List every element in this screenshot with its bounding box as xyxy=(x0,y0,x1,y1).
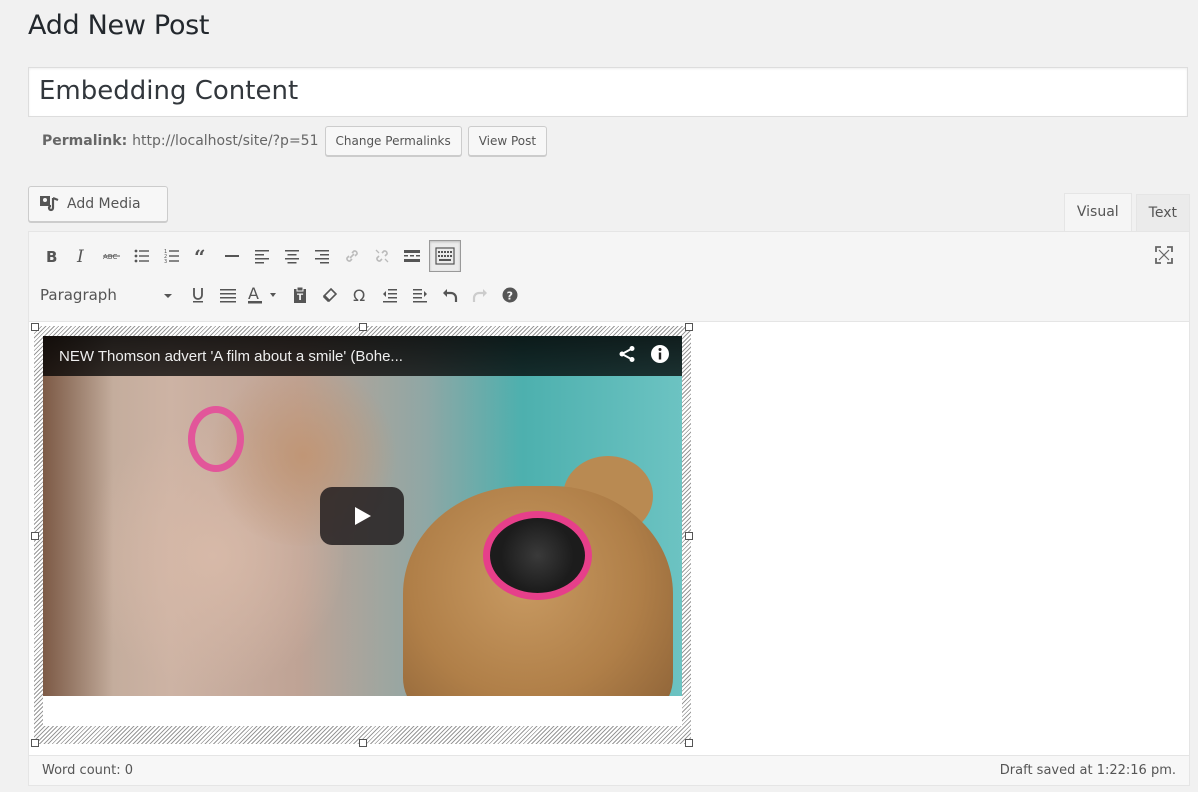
resize-handle[interactable] xyxy=(685,739,693,747)
blockquote-icon[interactable]: “ xyxy=(187,241,217,271)
chevron-down-icon xyxy=(163,286,173,304)
toolbar-toggle-icon[interactable] xyxy=(429,240,461,272)
format-select[interactable]: Paragraph xyxy=(37,280,179,310)
paste-text-icon[interactable]: T xyxy=(285,280,315,310)
bullet-list-icon[interactable] xyxy=(127,241,157,271)
resize-handle[interactable] xyxy=(359,323,367,331)
align-right-icon[interactable] xyxy=(307,241,337,271)
video-title-icons xyxy=(618,344,670,368)
resize-handle[interactable] xyxy=(31,739,39,747)
resize-handle[interactable] xyxy=(31,532,39,540)
toolbar-row-2: Paragraph A T Ω ? xyxy=(37,280,525,310)
video-frame-sunglasses xyxy=(483,511,592,600)
add-media-icon xyxy=(39,195,61,213)
video-frame-glasses xyxy=(188,406,244,472)
justify-icon[interactable] xyxy=(213,280,243,310)
underline-icon[interactable] xyxy=(183,280,213,310)
fullscreen-icon[interactable] xyxy=(1149,240,1179,270)
add-media-button[interactable]: Add Media xyxy=(28,186,168,222)
resize-handle[interactable] xyxy=(31,323,39,331)
bold-icon[interactable]: B xyxy=(37,241,67,271)
svg-text:ABC: ABC xyxy=(103,253,117,261)
share-icon[interactable] xyxy=(618,345,636,367)
text-color-icon[interactable]: A xyxy=(243,280,285,310)
video-frame-shade xyxy=(43,336,113,696)
svg-text:?: ? xyxy=(507,290,513,303)
video-embed[interactable]: NEW Thomson advert 'A film about a smile… xyxy=(31,323,693,747)
svg-text:T: T xyxy=(297,293,304,303)
align-center-icon[interactable] xyxy=(277,241,307,271)
add-media-label: Add Media xyxy=(67,196,141,212)
permalink-url[interactable]: http://localhost/site/?p=51 xyxy=(132,133,318,149)
undo-icon[interactable] xyxy=(435,280,465,310)
video-title-bar: NEW Thomson advert 'A film about a smile… xyxy=(43,336,682,376)
page-title: Add New Post xyxy=(28,10,210,41)
view-post-button[interactable]: View Post xyxy=(467,126,548,156)
svg-text:3: 3 xyxy=(164,259,167,264)
editor-tabs: Visual Text xyxy=(1060,193,1190,232)
strikethrough-icon[interactable]: ABC xyxy=(97,241,127,271)
tab-visual[interactable]: Visual xyxy=(1063,193,1132,232)
insert-link-icon[interactable] xyxy=(337,241,367,271)
format-select-value: Paragraph xyxy=(40,286,117,304)
align-left-icon[interactable] xyxy=(247,241,277,271)
horizontal-rule-icon[interactable] xyxy=(217,241,247,271)
play-icon[interactable] xyxy=(320,487,404,545)
italic-icon[interactable]: I xyxy=(67,241,97,271)
read-more-icon[interactable] xyxy=(397,241,427,271)
resize-handle[interactable] xyxy=(685,323,693,331)
svg-text:B: B xyxy=(46,248,57,264)
clear-formatting-icon[interactable] xyxy=(315,280,345,310)
video-player[interactable]: NEW Thomson advert 'A film about a smile… xyxy=(43,336,682,696)
post-title-input[interactable]: Embedding Content xyxy=(28,67,1188,117)
svg-text:A: A xyxy=(248,285,259,303)
editor-status-bar: Word count: 0 Draft saved at 1:22:16 pm. xyxy=(29,755,1189,785)
redo-icon[interactable] xyxy=(465,280,495,310)
svg-text:I: I xyxy=(76,248,84,264)
resize-handle[interactable] xyxy=(685,532,693,540)
remove-link-icon[interactable] xyxy=(367,241,397,271)
video-caption-area xyxy=(43,696,682,726)
post-editor: B I ABC 123 “ Paragraph A T Ω ? NEW Thom… xyxy=(28,231,1190,786)
indent-icon[interactable] xyxy=(405,280,435,310)
help-icon[interactable]: ? xyxy=(495,280,525,310)
info-icon[interactable] xyxy=(650,344,670,368)
svg-text:“: “ xyxy=(194,248,206,264)
numbered-list-icon[interactable]: 123 xyxy=(157,241,187,271)
permalink-row: Permalink: http://localhost/site/?p=51 C… xyxy=(42,124,548,158)
svg-text:Ω: Ω xyxy=(353,287,365,303)
editor-toolbar: B I ABC 123 “ Paragraph A T Ω ? xyxy=(29,232,1189,322)
permalink-label: Permalink: xyxy=(42,133,128,149)
word-count: Word count: 0 xyxy=(42,763,134,778)
draft-saved-status: Draft saved at 1:22:16 pm. xyxy=(999,763,1176,778)
resize-handle[interactable] xyxy=(359,739,367,747)
outdent-icon[interactable] xyxy=(375,280,405,310)
editor-content[interactable]: NEW Thomson advert 'A film about a smile… xyxy=(29,322,1189,752)
video-title[interactable]: NEW Thomson advert 'A film about a smile… xyxy=(59,348,403,365)
special-character-icon[interactable]: Ω xyxy=(345,280,375,310)
tab-text[interactable]: Text xyxy=(1135,194,1190,232)
change-permalinks-button[interactable]: Change Permalinks xyxy=(324,126,462,156)
toolbar-row-1: B I ABC 123 “ xyxy=(37,240,461,272)
